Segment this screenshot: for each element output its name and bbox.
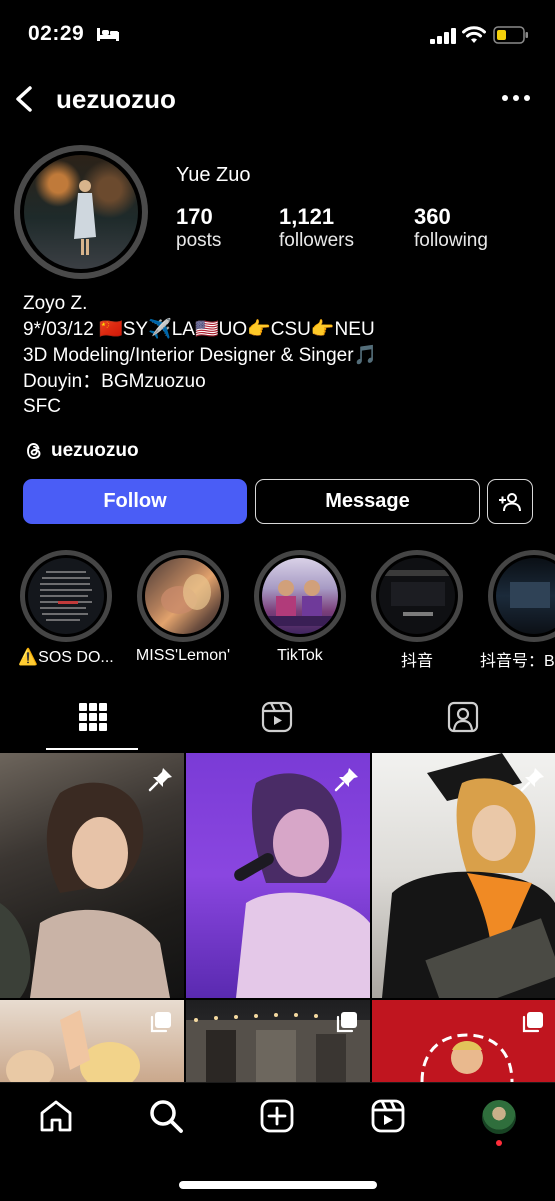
threads-handle: uezuozuo <box>51 440 139 461</box>
highlight-cover <box>40 571 92 621</box>
multiple-photos-icon <box>522 1012 543 1033</box>
highlight-3[interactable] <box>254 550 346 642</box>
search-icon[interactable] <box>148 1098 184 1134</box>
highlight-2[interactable] <box>137 550 229 642</box>
back-arrow-icon[interactable] <box>10 84 38 114</box>
highlight-4[interactable] <box>371 550 463 642</box>
active-tab-indicator <box>46 748 138 750</box>
wifi-icon <box>462 26 486 43</box>
profile-avatar[interactable] <box>14 145 148 279</box>
bio-line: SFC <box>23 396 61 417</box>
bio-line: 3D Modeling/Interior Designer & Singer🎵 <box>23 345 378 366</box>
suggested-accounts-button[interactable] <box>487 479 533 524</box>
home-indicator[interactable] <box>179 1181 377 1189</box>
bio-line: Douyin：BGMzuozuo <box>23 371 206 392</box>
notification-dot <box>496 1140 502 1146</box>
pinned-post-icon <box>520 768 544 792</box>
following-count[interactable]: 360 following <box>414 204 488 252</box>
tagged-tab-icon[interactable] <box>446 700 480 734</box>
highlight-5[interactable] <box>488 550 555 642</box>
threads-icon <box>27 443 41 459</box>
multiple-photos-icon <box>336 1012 357 1033</box>
profile-tab-avatar[interactable] <box>482 1100 516 1134</box>
reels-tab-icon[interactable] <box>260 700 294 734</box>
highlight-label: MISS'Lemon' <box>135 647 231 664</box>
bio-line: 9*/03/12 🇨🇳SY✈️LA🇺🇸UO👉CSU👉NEU <box>23 319 375 340</box>
cellular-signal-icon <box>430 28 456 44</box>
multiple-photos-icon <box>150 1012 171 1033</box>
message-button[interactable]: Message <box>255 479 480 524</box>
more-options-icon[interactable] <box>500 90 532 106</box>
sleep-focus-icon <box>97 28 119 41</box>
page-title-username: uezuozuo <box>56 84 176 114</box>
home-icon[interactable] <box>38 1098 74 1134</box>
highlight-1[interactable] <box>20 550 112 642</box>
highlight-cover <box>510 582 550 608</box>
reels-icon[interactable] <box>370 1098 406 1134</box>
threads-link[interactable]: uezuozuo <box>23 438 139 464</box>
display-name: Yue Zuo <box>176 164 251 186</box>
battery-icon <box>493 26 528 44</box>
avatar-photo <box>74 180 96 255</box>
follow-button[interactable]: Follow <box>23 479 247 524</box>
add-person-icon <box>499 492 521 511</box>
highlight-label: 抖音号：B <box>480 653 555 670</box>
status-time: 02:29 <box>28 22 85 45</box>
pinned-post-icon <box>148 768 172 792</box>
highlight-label: ⚠️SOS DO... <box>18 649 114 666</box>
create-post-icon[interactable] <box>259 1098 295 1134</box>
highlight-cover <box>268 580 332 626</box>
bio-name-line: Zoyo Z. <box>23 293 88 314</box>
posts-count[interactable]: 170 posts <box>176 204 221 252</box>
posts-grid-tab-icon[interactable] <box>76 700 110 734</box>
highlight-label: 抖音 <box>400 653 433 670</box>
pinned-post-icon <box>334 768 358 792</box>
followers-count[interactable]: 1,121 followers <box>279 204 354 252</box>
highlight-cover <box>385 570 449 616</box>
highlight-cover <box>161 574 211 614</box>
highlight-label: TikTok <box>277 647 323 664</box>
